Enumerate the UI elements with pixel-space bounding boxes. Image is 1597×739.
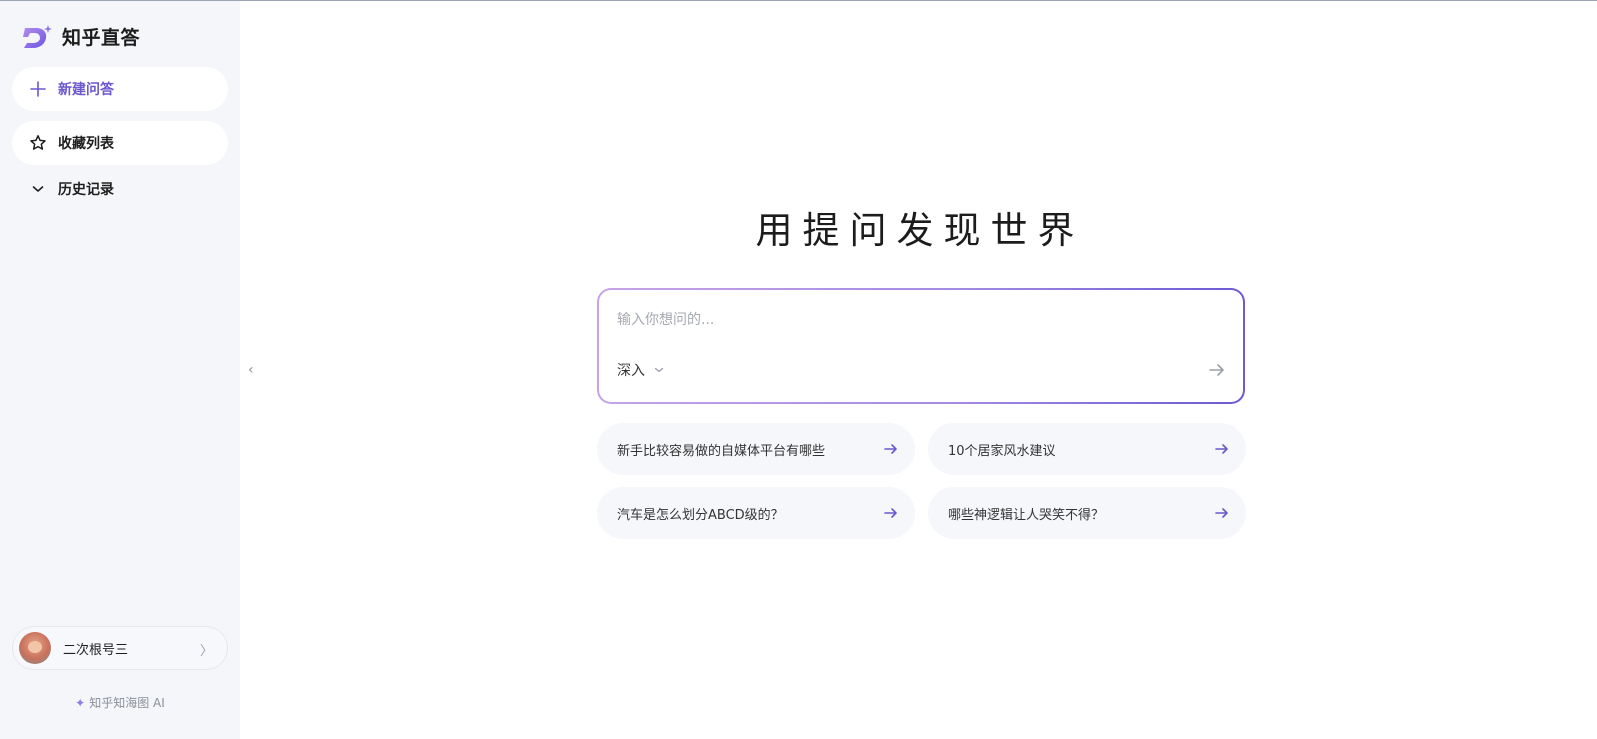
star-icon bbox=[28, 133, 48, 153]
suggestion-item[interactable]: 10个居家风水建议 bbox=[928, 423, 1246, 475]
sidebar: 知乎直答 新建问答 收藏列表 历史记录 二次根号三 〉 ✦ 知乎知海图 AI bbox=[0, 1, 240, 739]
history-toggle[interactable]: 历史记录 bbox=[12, 171, 228, 207]
avatar bbox=[19, 632, 51, 664]
suggestion-item[interactable]: 新手比较容易做的自媒体平台有哪些 bbox=[597, 423, 915, 475]
history-label: 历史记录 bbox=[58, 182, 114, 198]
arrow-right-icon bbox=[1212, 439, 1232, 459]
plus-icon bbox=[28, 79, 48, 99]
arrow-right-icon bbox=[881, 439, 901, 459]
brand-footer: ✦ 知乎知海图 AI bbox=[0, 694, 240, 711]
sparkle-icon: ✦ bbox=[75, 696, 86, 710]
arrow-right-icon bbox=[881, 503, 901, 523]
collapse-sidebar-icon[interactable]: ‹ bbox=[248, 362, 254, 378]
app-name: 知乎直答 bbox=[62, 27, 141, 49]
send-button[interactable] bbox=[1205, 358, 1229, 382]
chevron-down-icon bbox=[28, 179, 48, 199]
send-arrow-icon bbox=[1209, 364, 1224, 376]
suggestion-item[interactable]: 汽车是怎么划分ABCD级的？ bbox=[597, 487, 915, 539]
question-input[interactable] bbox=[617, 308, 1217, 332]
favorites-button[interactable]: 收藏列表 bbox=[12, 121, 228, 165]
favorites-label: 收藏列表 bbox=[58, 136, 114, 152]
app-logo[interactable]: 知乎直答 bbox=[22, 23, 140, 50]
new-question-label: 新建问答 bbox=[58, 82, 114, 98]
brand-footer-text: 知乎知海图 AI bbox=[89, 696, 165, 710]
suggestion-text: 新手比较容易做的自媒体平台有哪些 bbox=[617, 443, 826, 459]
zhida-logo-icon bbox=[23, 24, 52, 48]
suggestion-item[interactable]: 哪些神逻辑让人哭笑不得？ bbox=[928, 487, 1246, 539]
user-name: 二次根号三 bbox=[63, 642, 129, 658]
user-profile-button[interactable]: 二次根号三 〉 bbox=[12, 626, 228, 670]
question-composer: 深入 bbox=[597, 288, 1245, 404]
suggestion-text: 哪些神逻辑让人哭笑不得？ bbox=[948, 507, 1105, 523]
suggestion-text: 汽车是怎么划分ABCD级的？ bbox=[617, 507, 784, 523]
new-question-button[interactable]: 新建问答 bbox=[12, 67, 228, 111]
mode-select[interactable]: 深入 bbox=[617, 360, 665, 380]
chevron-down-icon bbox=[653, 364, 665, 376]
chevron-right-icon: 〉 bbox=[199, 644, 213, 659]
mode-label: 深入 bbox=[617, 363, 645, 379]
question-composer-inner: 深入 bbox=[599, 290, 1243, 402]
page-title: 用提问发现世界 bbox=[755, 209, 1085, 252]
arrow-right-icon bbox=[1212, 503, 1232, 523]
suggestion-text: 10个居家风水建议 bbox=[948, 443, 1056, 459]
